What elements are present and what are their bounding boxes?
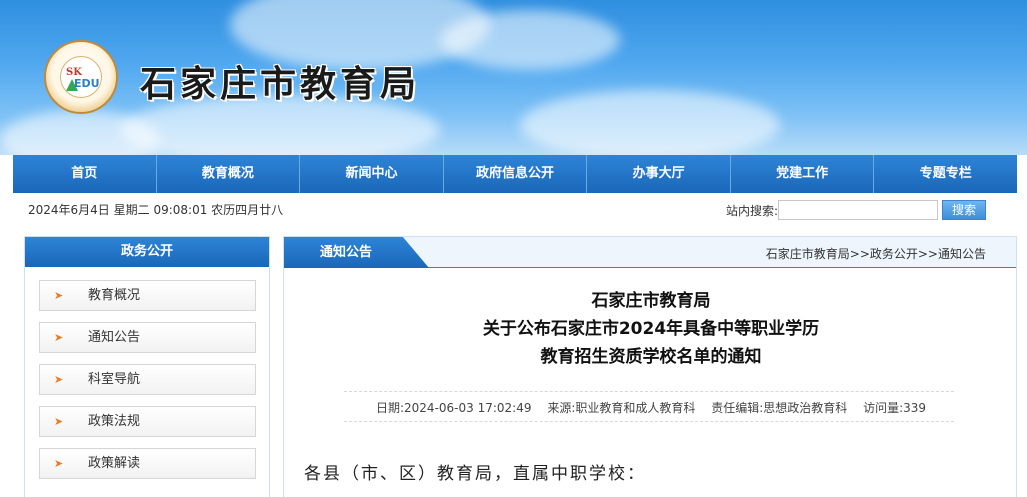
sidebar-item-label: 科室导航 [88,372,141,387]
cloud-decoration [520,90,780,155]
sidebar: 政务公开 ➤ 教育概况 ➤ 通知公告 ➤ 科室导航 ➤ 政策法规 ➤ 政策解读 [24,236,270,497]
nav-item-home[interactable]: 首页 [13,155,157,193]
site-title: 石家庄市教育局 [140,63,421,105]
arrow-right-icon: ➤ [54,457,64,470]
article-title-line: 石家庄市教育局 [591,291,711,311]
nav-item-education-overview[interactable]: 教育概况 [157,155,301,193]
logo-emblem: SK EDU [60,56,102,98]
sidebar-title: 政务公开 [25,237,269,267]
sidebar-item-label: 教育概况 [88,288,141,303]
sidebar-item-department-nav[interactable]: ➤ 科室导航 [39,364,256,395]
search-button[interactable]: 搜索 [942,200,986,220]
nav-item-party-work[interactable]: 党建工作 [731,155,875,193]
cloud-decoration [440,10,620,70]
nav-item-news-center[interactable]: 新闻中心 [300,155,444,193]
article-source: 来源:职业教育和成人教育科 [547,401,696,415]
search-label: 站内搜索: [726,204,779,218]
main-content: 通知公告 石家庄市教育局>>政务公开>>通知公告 石家庄市教育局 关于公布石家庄… [283,236,1017,497]
sidebar-item-education-overview[interactable]: ➤ 教育概况 [39,280,256,311]
arrow-right-icon: ➤ [54,415,64,428]
article-editor: 责任编辑:思想政治教育科 [711,401,848,415]
arrow-right-icon: ➤ [54,331,64,344]
arrow-right-icon: ➤ [54,373,64,386]
site-logo[interactable]: SK EDU [44,40,118,114]
arrow-right-icon: ➤ [54,289,64,302]
current-date: 2024年6月4日 星期二 09:08:01 农历四月廿八 [28,203,284,217]
nav-item-service-hall[interactable]: 办事大厅 [587,155,731,193]
article-title-line: 教育招生资质学校名单的通知 [540,347,762,367]
content-header: 通知公告 石家庄市教育局>>政务公开>>通知公告 [284,237,1016,268]
sidebar-item-label: 政策解读 [88,456,141,471]
divider [344,391,954,392]
article-date: 日期:2024-06-03 17:02:49 [375,401,532,415]
article-salutation: 各县（市、区）教育局，直属中职学校： [304,464,646,484]
nav-item-gov-info[interactable]: 政府信息公开 [444,155,588,193]
header-banner: SK EDU 石家庄市教育局 [0,0,1027,155]
sidebar-item-label: 政策法规 [88,414,141,429]
sidebar-item-policy-interpretation[interactable]: ➤ 政策解读 [39,448,256,479]
divider [344,421,954,422]
search-input[interactable] [778,200,938,220]
main-nav: 首页 教育概况 新闻中心 政府信息公开 办事大厅 党建工作 专题专栏 [13,155,1017,193]
sidebar-item-notices[interactable]: ➤ 通知公告 [39,322,256,353]
tab-notices[interactable]: 通知公告 [284,237,429,268]
sidebar-item-label: 通知公告 [88,330,141,345]
logo-letters-bottom: EDU [74,77,100,90]
nav-item-special-topics[interactable]: 专题专栏 [874,155,1017,193]
article-title-line: 关于公布石家庄市2024年具备中等职业学历 [482,319,820,339]
sidebar-item-policies[interactable]: ➤ 政策法规 [39,406,256,437]
breadcrumb[interactable]: 石家庄市教育局>>政务公开>>通知公告 [766,245,986,262]
info-bar: 2024年6月4日 星期二 09:08:01 农历四月廿八 站内搜索: 搜索 [13,193,1017,226]
article-meta: 日期:2024-06-03 17:02:49 来源:职业教育和成人教育科 责任编… [284,399,1018,416]
article-views: 访问量:339 [863,401,927,415]
